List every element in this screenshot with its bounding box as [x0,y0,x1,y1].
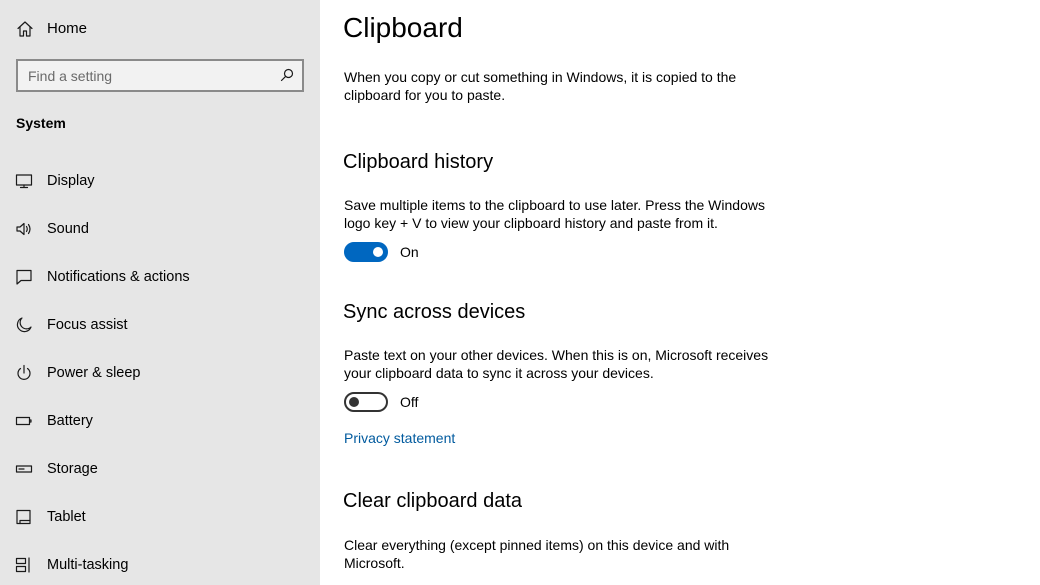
home-nav-item[interactable]: Home [0,10,320,48]
speaker-icon [16,222,31,236]
sidebar-nav: Display Sound Notifications & actions Fo… [0,162,320,585]
home-icon [17,21,33,37]
sync-across-devices-heading: Sync across devices [343,301,526,323]
sidebar-item-storage[interactable]: Storage [0,450,320,498]
battery-icon [15,416,32,426]
tablet-icon [16,509,31,525]
privacy-statement-link[interactable]: Privacy statement [344,429,455,447]
clipboard-history-toggle-row: On [344,242,419,262]
clipboard-history-description: Save multiple items to the clipboard to … [344,197,765,231]
sidebar-item-label: Battery [47,413,93,429]
sidebar: Home System Display [0,0,320,585]
page-title: Clipboard [343,12,463,43]
sidebar-item-label: Focus assist [47,317,128,333]
sidebar-item-label: Sound [47,221,89,237]
intro-text: When you copy or cut something in Window… [344,69,737,103]
section-label-system: System [16,115,66,131]
sidebar-item-label: Multi-tasking [47,557,129,573]
power-icon [17,364,31,380]
sync-across-devices-description: Paste text on your other devices. When t… [344,347,769,381]
monitor-icon [15,174,33,189]
multitasking-icon [15,557,30,573]
toggle-knob [349,397,359,407]
search-input[interactable] [18,61,278,90]
sidebar-item-label: Power & sleep [47,365,141,381]
sidebar-item-multitasking[interactable]: Multi-tasking [0,546,320,585]
storage-icon [15,465,33,473]
home-label: Home [47,20,88,37]
settings-window: Home System Display [0,0,1040,585]
sync-toggle-state: Off [400,394,419,410]
clipboard-history-toggle-state: On [400,244,419,260]
clipboard-history-toggle[interactable] [344,242,388,262]
sidebar-item-power-sleep[interactable]: Power & sleep [0,354,320,402]
sidebar-item-sound[interactable]: Sound [0,210,320,258]
sidebar-item-tablet[interactable]: Tablet [0,498,320,546]
clear-clipboard-heading: Clear clipboard data [343,490,522,512]
sidebar-item-focus-assist[interactable]: Focus assist [0,306,320,354]
toggle-knob [373,247,383,257]
search-box [16,59,304,92]
clear-clipboard-description: Clear everything (except pinned items) o… [344,537,730,571]
sidebar-item-battery[interactable]: Battery [0,402,320,450]
sync-toggle-row: Off [344,392,418,412]
sidebar-item-label: Tablet [47,509,86,525]
sync-across-devices-toggle[interactable] [344,392,388,412]
moon-icon [16,317,32,333]
sidebar-item-display[interactable]: Display [0,162,320,210]
notification-icon [16,269,32,285]
search-icon[interactable] [280,68,294,82]
sidebar-item-label: Notifications & actions [47,269,190,285]
sidebar-item-notifications[interactable]: Notifications & actions [0,258,320,306]
sidebar-item-label: Display [47,173,95,189]
clipboard-history-heading: Clipboard history [343,151,494,173]
sidebar-item-label: Storage [47,461,98,477]
